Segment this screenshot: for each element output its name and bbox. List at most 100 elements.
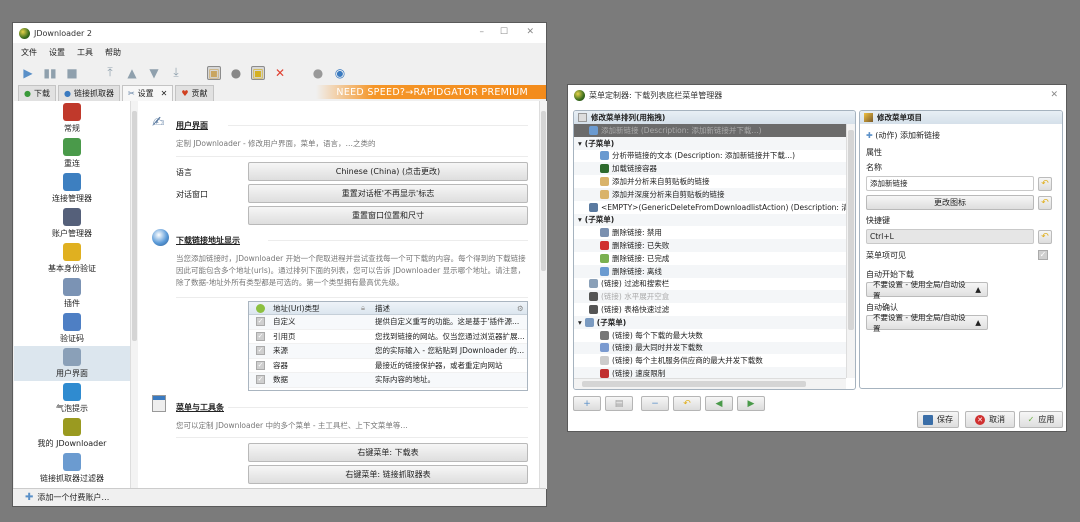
tree-item[interactable]: 加载链接容器 (574, 162, 846, 176)
premium-icon[interactable]: ▣ (251, 65, 265, 80)
tree-vscrollbar[interactable] (846, 124, 855, 378)
menu-settings[interactable]: 设置 (49, 47, 65, 58)
tree-item[interactable]: ▾ (子菜单) (574, 213, 846, 227)
move-bottom-icon[interactable]: ⤓ (169, 65, 183, 80)
play-icon[interactable]: ▶ (21, 66, 35, 80)
sidebar-item[interactable]: 插件 (14, 276, 130, 311)
reset-icon-button[interactable]: ↶ (1038, 196, 1052, 210)
name-input[interactable]: 添加新链接 (866, 176, 1034, 191)
row-checkbox[interactable]: ✓ (256, 346, 265, 356)
cancel-button[interactable]: ✕ 取消 (965, 411, 1015, 428)
table-row[interactable]: ✓ 数据 实际内容的地址。 (249, 373, 527, 388)
tree-item[interactable]: (链接) 每个主机服务供应商的最大并发下载数 (574, 354, 846, 367)
linkgrabber-context-menu-button[interactable]: 右键菜单: 链接抓取器表 (248, 465, 528, 484)
column-description[interactable]: 描述 (375, 303, 517, 314)
apply-button[interactable]: ✓ 应用 (1019, 411, 1063, 428)
sidebar-item[interactable]: 基本身份验证 (14, 241, 130, 276)
sidebar-item[interactable]: 气泡提示 (14, 381, 130, 416)
sidebar-scrollbar[interactable] (130, 101, 138, 489)
tree-item[interactable]: <EMPTY>(GenericDeleteFromDownloadlistAct… (574, 201, 855, 214)
tree-item[interactable]: 分析带链接的文本 (Description: 添加新链接并下载...) (574, 150, 846, 163)
tree-item[interactable]: ▾ (子菜单) (574, 315, 846, 329)
sidebar-item[interactable]: 我的 JDownloader (14, 416, 130, 451)
table-settings-icon[interactable]: ⚙ (517, 304, 527, 313)
table-row[interactable]: ✓ 引用页 您找到链接的网站。仅当您通过浏览器扩展... (249, 330, 527, 344)
pause-icon[interactable]: ▮▮ (43, 66, 57, 80)
add-submenu-button[interactable]: ▤ (605, 396, 633, 411)
content-scrollbar[interactable] (539, 101, 547, 489)
reset-name-button[interactable]: ↶ (1038, 177, 1052, 191)
download-context-menu-button[interactable]: 右键菜单: 下载表 (248, 443, 528, 462)
promo-banner[interactable]: NEED SPEED?→RAPIDGATOR PREMIUM (316, 85, 546, 99)
row-checkbox[interactable]: ✓ (256, 375, 265, 385)
expand-icon[interactable]: ▾ (578, 215, 582, 224)
row-checkbox[interactable]: ✓ (256, 331, 265, 341)
sidebar-item[interactable]: 链接抓取器过滤器 (14, 451, 130, 486)
move-top-icon[interactable]: ⤒ (103, 65, 117, 80)
reconnect-icon[interactable]: ● (229, 66, 243, 80)
silent-mode-icon[interactable]: ✕ (273, 66, 287, 80)
table-row[interactable]: ✓ 来源 您的实际输入 - 您粘贴到 JDownloader 的... (249, 344, 527, 359)
table-row[interactable]: ✓ 容器 最接近的链接保护器，或者重定向网站 (249, 359, 527, 373)
expand-icon[interactable]: ▾ (578, 318, 582, 327)
menu-tools[interactable]: 工具 (77, 47, 93, 58)
minimize-button[interactable]: – (480, 27, 485, 37)
add-premium-account-link[interactable]: 添加一个付费账户… (37, 492, 109, 503)
change-icon-button[interactable]: 更改图标 (866, 195, 1034, 210)
close-tab-icon[interactable]: ✕ (161, 89, 168, 98)
tree-item[interactable]: 删除链接: 禁用 (574, 226, 846, 239)
row-checkbox[interactable]: ✓ (256, 360, 265, 370)
tree-item[interactable]: (链接) 每个下载的最大块数 (574, 329, 846, 342)
dialog-close-button[interactable]: ✕ (1050, 90, 1058, 100)
tree-item[interactable]: (链接) 最大同时并发下载数 (574, 341, 846, 355)
reset-dialog-button[interactable]: 重置对话框'不再显示'标志 (248, 184, 528, 203)
tree-item[interactable]: 删除链接: 已失败 (574, 239, 846, 252)
tree-item[interactable]: ▾ (子菜单) (574, 136, 846, 150)
import-button[interactable]: ◀ (705, 396, 733, 411)
sidebar-item[interactable]: 验证码 (14, 311, 130, 346)
stop-icon[interactable]: ■ (65, 66, 79, 80)
save-button[interactable]: 保存 (917, 411, 959, 428)
globe-icon[interactable]: ◉ (333, 66, 347, 80)
column-url-type[interactable]: 地址(Url)类型 (273, 303, 361, 314)
move-down-icon[interactable]: ▼ (147, 66, 161, 80)
export-button[interactable]: ▶ (737, 396, 765, 411)
sidebar-item[interactable]: 账户管理器 (14, 206, 130, 241)
edit-panel-scrollbar[interactable] (1056, 124, 1062, 388)
tree-item[interactable]: 添加并深度分析来自剪贴板的链接 (574, 187, 846, 201)
maximize-button[interactable]: ☐ (500, 27, 508, 37)
clipboard-icon[interactable]: ▣ (207, 65, 221, 80)
sidebar-item[interactable]: 重连 (14, 136, 130, 171)
sidebar-item[interactable]: 用户界面 (14, 346, 130, 381)
tree-item[interactable]: 删除链接: 离线 (574, 264, 846, 278)
tree-item[interactable]: 删除链接: 已完成 (574, 252, 846, 265)
tree-hscrollbar[interactable] (574, 378, 846, 389)
reset-shortcut-button[interactable]: ↶ (1038, 230, 1052, 244)
add-item-button[interactable]: + (573, 396, 601, 411)
remove-item-button[interactable]: − (641, 396, 669, 411)
tree-item[interactable]: (链接) 表格快速过滤 (574, 303, 846, 316)
menu-file[interactable]: 文件 (21, 47, 37, 58)
sidebar-item[interactable]: 连接管理器 (14, 171, 130, 206)
visible-checkbox[interactable]: ✓ (1038, 250, 1048, 260)
sidebar-item[interactable]: 常规 (14, 101, 130, 136)
check-all-icon[interactable] (256, 303, 265, 313)
menu-help[interactable]: 帮助 (105, 47, 121, 58)
tab-linkgrabber[interactable]: ● 链接抓取器 (57, 85, 120, 101)
language-button[interactable]: Chinese (China) (点击更改) (248, 162, 528, 181)
table-row[interactable]: ✓ 自定义 提供自定义重写的功能。这是基于'插件源... (249, 315, 527, 330)
tab-download[interactable]: ● 下载 (18, 85, 56, 101)
autoconfirm-dropdown[interactable]: 不要设置 - 使用全局/自动设置 ▲ (866, 313, 988, 333)
update-icon[interactable]: ● (311, 66, 325, 80)
tab-settings[interactable]: ✂ 设置 ✕ (121, 85, 174, 101)
move-up-icon[interactable]: ▲ (125, 66, 139, 80)
tree-item[interactable]: 添加并分析来自剪贴板的链接 (574, 175, 846, 188)
shortcut-input[interactable]: Ctrl+L (866, 229, 1034, 244)
tab-contribute[interactable]: ♥ 贡献 (175, 85, 214, 101)
autostart-dropdown[interactable]: 不要设置 - 使用全局/自动设置 ▲ (866, 280, 988, 300)
tree-item[interactable]: (链接) 水平展开空盒 (574, 290, 846, 304)
reset-window-button[interactable]: 重置窗口位置和尺寸 (248, 206, 528, 225)
expand-icon[interactable]: ▾ (578, 139, 582, 148)
reset-button[interactable]: ↶ (673, 396, 701, 411)
tree-item[interactable]: (链接) 过滤和搜索栏 (574, 278, 846, 291)
